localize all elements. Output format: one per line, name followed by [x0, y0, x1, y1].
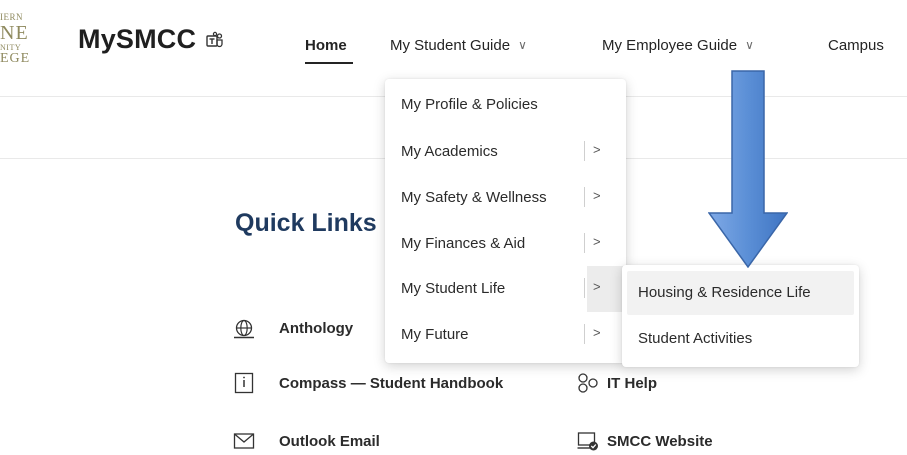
quick-links-title: Quick Links [235, 209, 377, 237]
menu-separator [584, 278, 585, 298]
student-guide-dropdown: My Profile & Policies My Academics > My … [385, 79, 626, 363]
mail-icon [233, 433, 255, 449]
chevron-down-icon: ∨ [518, 38, 527, 52]
submenu-item-label: Housing & Residence Life [638, 284, 811, 301]
nav-my-student-guide-label: My Student Guide [390, 37, 511, 54]
down-arrow-annotation-icon [708, 70, 788, 268]
menu-item-label: My Safety & Wellness [401, 189, 547, 206]
menu-separator [584, 187, 585, 207]
menu-item-label: My Academics [401, 143, 498, 160]
quick-link-smcc-website[interactable]: SMCC Website [607, 433, 713, 450]
quick-link-anthology[interactable]: Anthology [279, 320, 353, 337]
chevron-right-icon[interactable]: > [593, 325, 601, 340]
people-help-icon [578, 373, 598, 393]
college-logo[interactable]: IERN NE NITY EGE [0, 13, 48, 66]
menu-separator [584, 141, 585, 161]
quick-link-compass[interactable]: Compass — Student Handbook [279, 375, 503, 392]
logo-line-2: NE [0, 22, 29, 44]
website-icon [577, 432, 598, 451]
menu-item-label: My Profile & Policies [401, 96, 538, 113]
quick-link-it-help[interactable]: IT Help [607, 375, 657, 392]
menu-item-safety-wellness[interactable]: My Safety & Wellness > [385, 175, 626, 221]
nav-my-student-guide[interactable]: My Student Guide ∨ [390, 37, 527, 54]
submenu-item-student-activities[interactable]: Student Activities [627, 317, 854, 361]
nav-home[interactable]: Home [305, 37, 347, 54]
menu-separator [584, 324, 585, 344]
submenu-item-label: Student Activities [638, 330, 753, 347]
nav-campus[interactable]: Campus [828, 37, 884, 54]
menu-item-label: My Future [401, 326, 469, 343]
teams-icon[interactable] [205, 31, 225, 51]
globe-icon [234, 319, 254, 339]
handbook-icon [234, 372, 254, 394]
menu-item-finances-aid[interactable]: My Finances & Aid > [385, 221, 626, 267]
menu-item-profile-policies[interactable]: My Profile & Policies [385, 82, 626, 128]
nav-home-active-underline [305, 62, 353, 64]
site-title[interactable]: MySMCC [78, 24, 196, 55]
student-life-submenu: Housing & Residence Life Student Activit… [622, 265, 859, 367]
chevron-right-icon[interactable]: > [593, 188, 601, 203]
chevron-right-icon[interactable]: > [593, 279, 601, 294]
nav-my-employee-guide-label: My Employee Guide [602, 37, 738, 54]
chevron-down-icon: ∨ [745, 38, 754, 52]
logo-line-4: EGE [0, 51, 31, 66]
chevron-right-icon[interactable]: > [593, 234, 601, 249]
menu-separator [584, 233, 585, 253]
menu-item-label: My Finances & Aid [401, 235, 526, 252]
chevron-right-icon[interactable]: > [593, 142, 601, 157]
menu-item-student-life[interactable]: My Student Life > [385, 266, 626, 312]
menu-item-label: My Student Life [401, 280, 506, 297]
menu-item-future[interactable]: My Future > [385, 312, 626, 358]
submenu-item-housing[interactable]: Housing & Residence Life [627, 271, 854, 315]
menu-item-academics[interactable]: My Academics > [385, 129, 626, 175]
logo-line-1: IERN [0, 12, 23, 22]
nav-my-employee-guide[interactable]: My Employee Guide ∨ [602, 37, 754, 54]
quick-link-outlook[interactable]: Outlook Email [279, 433, 380, 450]
